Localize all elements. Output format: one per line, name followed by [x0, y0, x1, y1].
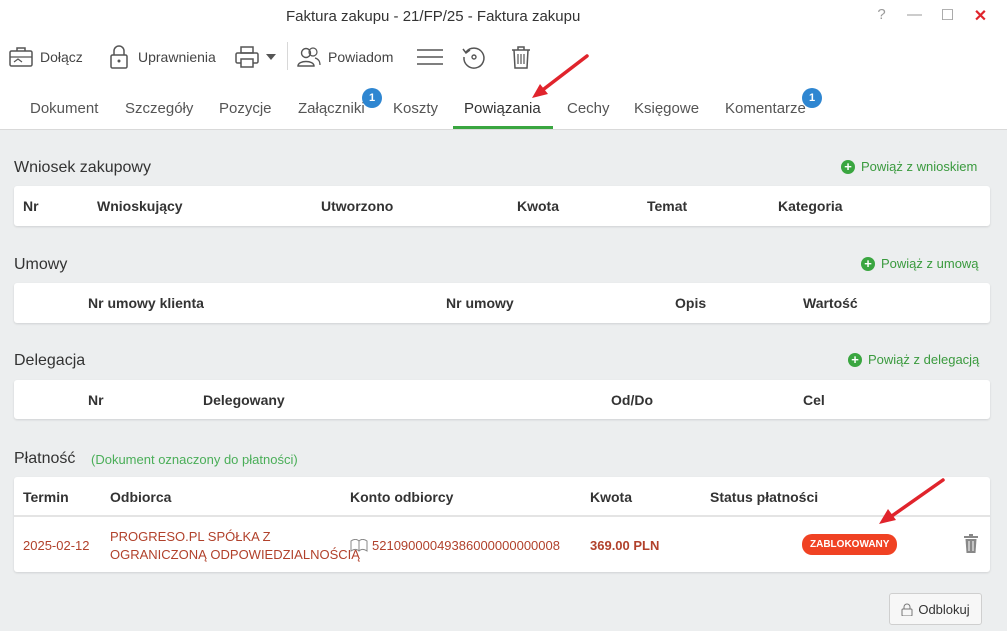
col-nr[interactable]: Nr [23, 198, 39, 214]
lock-icon [110, 45, 128, 69]
col-status-platnosci[interactable]: Status płatności [710, 489, 818, 505]
recipient-line-2: OGRANICZONĄ ODPOWIEDZIALNOŚCIĄ [110, 547, 360, 562]
link-with-request-button[interactable]: + Powiąż z wnioskiem [841, 159, 977, 174]
col-cel[interactable]: Cel [803, 392, 825, 408]
users-icon [297, 47, 321, 67]
link-with-contract-label: Powiąż z umową [881, 256, 979, 271]
contracts-table: Nr umowy klienta Nr umowy Opis Wartość [14, 283, 990, 323]
briefcase-icon [9, 47, 33, 67]
komentarze-badge: 1 [802, 88, 822, 108]
tab-zalaczniki[interactable]: Załączniki [298, 100, 365, 117]
menu-icon [417, 49, 443, 65]
payment-account: 52109000049386000000000008 [350, 538, 560, 553]
help-icon[interactable]: ? [865, 6, 898, 26]
history-icon [462, 47, 485, 69]
tab-pozycje[interactable]: Pozycje [219, 100, 272, 117]
col-kwota[interactable]: Kwota [517, 198, 559, 214]
chevron-down-icon [266, 54, 276, 60]
col-od-do[interactable]: Od/Do [611, 392, 653, 408]
window-controls: ? — ☐ ✕ [865, 6, 997, 26]
col-nr-umowy[interactable]: Nr umowy [446, 295, 514, 311]
col-nr-umowy-klienta[interactable]: Nr umowy klienta [88, 295, 204, 311]
col-temat[interactable]: Temat [647, 198, 687, 214]
link-with-contract-button[interactable]: + Powiąż z umową [861, 256, 979, 271]
zalaczniki-badge: 1 [362, 88, 382, 108]
account-number: 52109000049386000000000008 [372, 538, 560, 553]
plus-circle-icon: + [861, 256, 875, 271]
notify-button[interactable]: Powiadom [296, 42, 393, 72]
minimize-icon[interactable]: — [898, 6, 931, 26]
link-with-delegation-label: Powiąż z delegacją [868, 352, 980, 367]
col-nr[interactable]: Nr [88, 392, 104, 408]
recipient-line-1: PROGRESO.PL SPÓŁKA Z [110, 529, 271, 544]
close-icon[interactable]: ✕ [964, 6, 997, 26]
col-wnioskujacy[interactable]: Wnioskujący [97, 198, 183, 214]
col-kwota[interactable]: Kwota [590, 489, 632, 505]
attach-label: Dołącz [40, 49, 83, 65]
col-kategoria[interactable]: Kategoria [778, 198, 843, 214]
toolbar: Dołącz Uprawnienia Powiadom [0, 34, 1007, 82]
col-odbiorca[interactable]: Odbiorca [110, 489, 171, 505]
tab-dokument[interactable]: Dokument [30, 100, 98, 117]
col-utworzono[interactable]: Utworzono [321, 198, 393, 214]
link-with-delegation-button[interactable]: + Powiąż z delegacją [848, 352, 979, 367]
payment-amount: 369.00 PLN [590, 538, 660, 553]
title-bar: Faktura zakupu - 21/FP/25 - Faktura zaku… [0, 0, 1007, 34]
printer-icon [235, 46, 259, 68]
delete-button[interactable] [508, 42, 534, 72]
payment-note: (Dokument oznaczony do płatności) [91, 452, 298, 467]
maximize-icon[interactable]: ☐ [931, 6, 964, 26]
request-table: Nr Wnioskujący Utworzono Kwota Temat Kat… [14, 186, 990, 226]
section-title-umowy: Umowy [14, 256, 68, 273]
tab-bar: Dokument Szczegóły Pozycje Załączniki 1 … [0, 82, 1007, 130]
col-konto-odbiorcy[interactable]: Konto odbiorcy [350, 489, 453, 505]
notify-label: Powiadom [328, 49, 394, 65]
tab-cechy[interactable]: Cechy [567, 100, 610, 117]
payment-recipient: PROGRESO.PL SPÓŁKA Z OGRANICZONĄ ODPOWIE… [110, 528, 360, 564]
col-opis[interactable]: Opis [675, 295, 706, 311]
table-row[interactable]: 2025-02-12 PROGRESO.PL SPÓŁKA Z OGRANICZ… [14, 517, 990, 572]
link-with-request-label: Powiąż z wnioskiem [861, 159, 978, 174]
history-button[interactable] [461, 42, 487, 72]
col-wartosc[interactable]: Wartość [803, 295, 858, 311]
section-title-delegacja: Delegacja [14, 352, 86, 369]
section-title-platnosc: Płatność [14, 450, 76, 467]
print-button[interactable] [234, 42, 276, 72]
unlock-button[interactable]: Odblokuj [889, 593, 982, 625]
lock-icon [901, 603, 913, 616]
status-badge: ZABLOKOWANY [802, 534, 898, 555]
window-title: Faktura zakupu - 21/FP/25 - Faktura zaku… [286, 8, 581, 25]
col-termin[interactable]: Termin [23, 489, 69, 505]
permissions-button[interactable]: Uprawnienia [106, 42, 216, 72]
active-tab-indicator [453, 126, 553, 129]
plus-circle-icon: + [848, 352, 862, 367]
col-delegowany[interactable]: Delegowany [203, 392, 285, 408]
book-icon [350, 539, 368, 552]
toolbar-separator [287, 42, 288, 70]
tab-powiazania[interactable]: Powiązania [464, 100, 541, 117]
permissions-label: Uprawnienia [138, 49, 216, 65]
section-title-wniosek: Wniosek zakupowy [14, 159, 151, 176]
menu-button[interactable] [415, 42, 443, 72]
unlock-label: Odblokuj [918, 601, 970, 617]
plus-circle-icon: + [841, 159, 855, 174]
delegation-table: Nr Delegowany Od/Do Cel [14, 380, 990, 419]
payment-date: 2025-02-12 [23, 538, 90, 553]
tab-ksiegowe[interactable]: Księgowe [634, 100, 699, 117]
trash-icon [512, 46, 530, 69]
tab-koszty[interactable]: Koszty [393, 100, 438, 117]
tab-komentarze[interactable]: Komentarze [725, 100, 806, 117]
tab-szczegoly[interactable]: Szczegóły [125, 100, 193, 117]
attach-button[interactable]: Dołącz [8, 42, 83, 72]
payment-table: Termin Odbiorca Konto odbiorcy Kwota Sta… [14, 477, 990, 572]
trash-icon[interactable] [963, 534, 979, 553]
